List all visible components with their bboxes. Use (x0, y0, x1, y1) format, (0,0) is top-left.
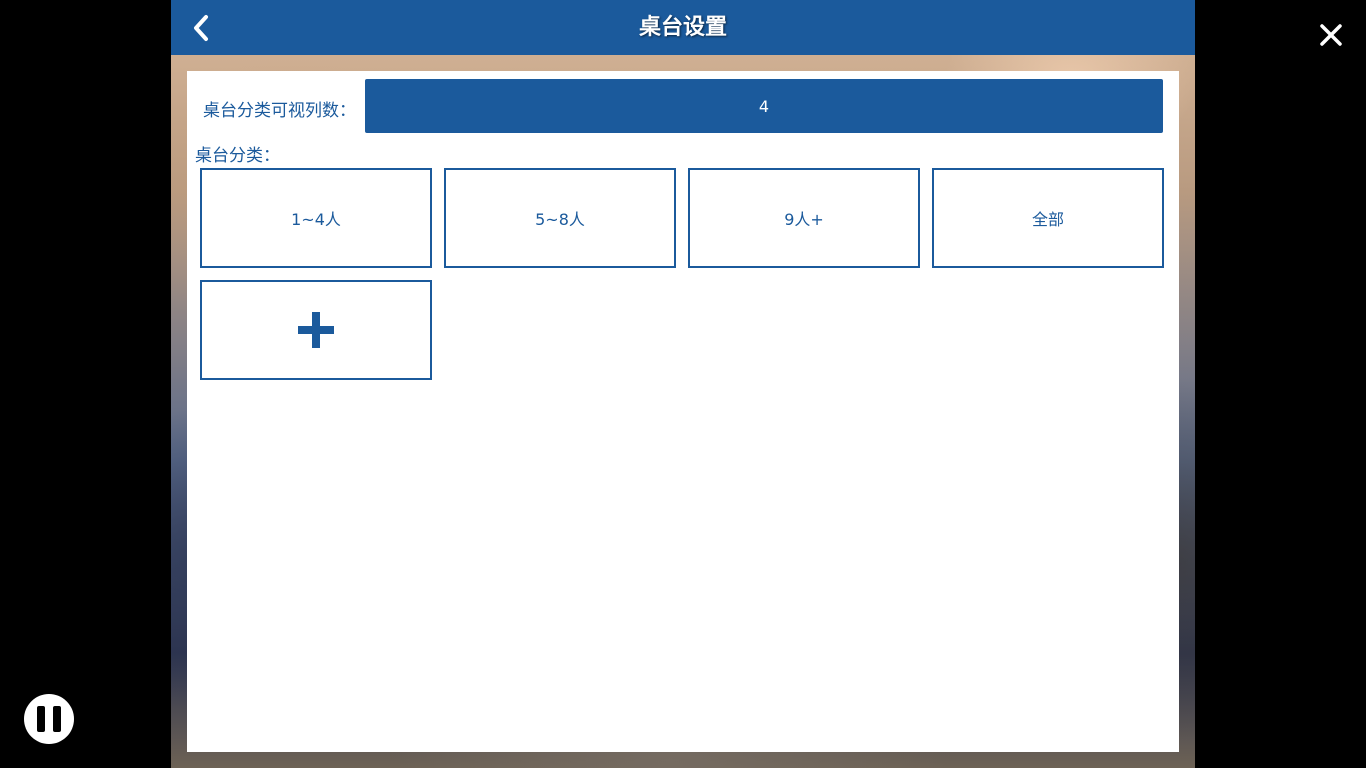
chevron-left-icon (194, 15, 208, 41)
category-button-1-4[interactable]: 1~4人 (200, 168, 432, 268)
app-window: 桌台设置 桌台分类可视列数： 4 桌台分类： 1~4人 5~8人 9人+ 全部 (171, 0, 1195, 768)
categories-label: 桌台分类： (195, 146, 280, 166)
category-button-all[interactable]: 全部 (932, 168, 1164, 268)
plus-icon (298, 312, 334, 348)
close-button[interactable] (1312, 16, 1350, 54)
add-category-button[interactable] (200, 280, 432, 380)
category-button-5-8[interactable]: 5~8人 (444, 168, 676, 268)
pause-button[interactable] (24, 694, 74, 744)
back-button[interactable] (181, 8, 221, 48)
title-bar: 桌台设置 (171, 0, 1195, 55)
visible-columns-label: 桌台分类可视列数： (203, 101, 356, 121)
settings-panel: 桌台分类可视列数： 4 桌台分类： 1~4人 5~8人 9人+ 全部 (187, 71, 1179, 752)
close-icon (1320, 24, 1342, 46)
page-title: 桌台设置 (638, 15, 727, 40)
screen: 桌台设置 桌台分类可视列数： 4 桌台分类： 1~4人 5~8人 9人+ 全部 (0, 0, 1366, 768)
pause-icon (24, 694, 74, 744)
category-button-9-plus[interactable]: 9人+ (688, 168, 920, 268)
visible-columns-field[interactable]: 4 (365, 79, 1163, 133)
